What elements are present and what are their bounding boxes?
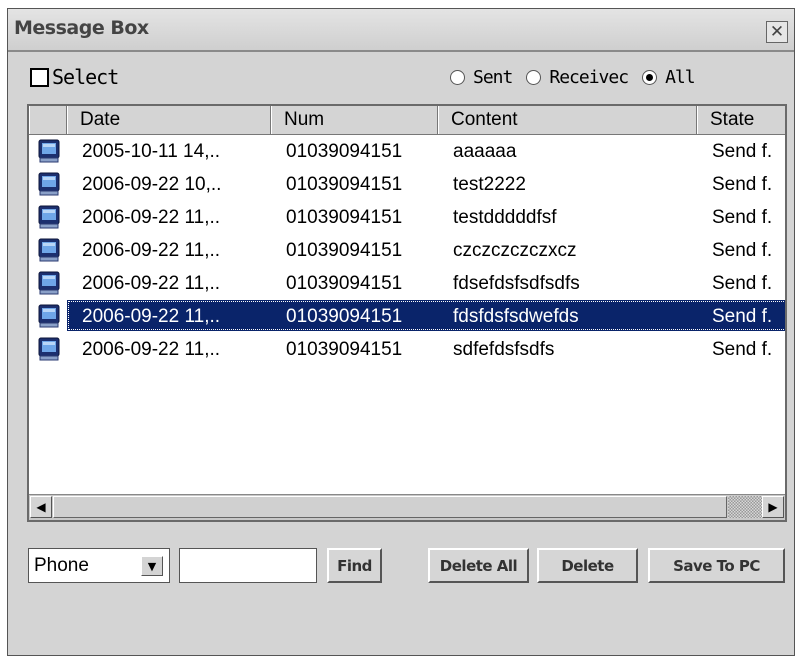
arrow-left-icon: ◀	[36, 500, 46, 514]
cell-num: 01039094151	[286, 240, 403, 261]
cell-state: Send f.	[712, 306, 773, 327]
find-button[interactable]: Find	[327, 548, 382, 583]
window-title: Message Box	[14, 17, 149, 39]
filter-radio-group: Sent Receivec All	[450, 64, 709, 90]
cell-state: Send f.	[712, 339, 773, 360]
message-list[interactable]: Date Num Content State 2005-10-11 14,.. 0…	[27, 104, 787, 522]
horizontal-scrollbar[interactable]: ◀ ▶	[29, 494, 785, 520]
cell-state: Send f.	[712, 174, 773, 195]
phone-device-icon	[38, 304, 60, 328]
cell-state: Send f.	[712, 207, 773, 228]
table-row[interactable]: 2006-09-22 10,.. 01039094151 test2222 Send …	[29, 168, 785, 201]
cell-date: 2006-09-22 11,..	[82, 240, 221, 261]
phone-device-icon	[38, 205, 60, 229]
table-row[interactable]: 2006-09-22 11,.. 01039094151 fdsefdsfsdfsd…	[29, 267, 785, 300]
cell-state: Send f.	[712, 273, 773, 294]
select-all-checkbox[interactable]	[30, 67, 49, 87]
cell-content: test2222	[453, 174, 526, 195]
phone-device-icon	[38, 238, 60, 262]
cell-content: fdsfdsfsdwefds	[453, 306, 579, 327]
phone-device-icon	[38, 172, 60, 196]
title-bar[interactable]: Message Box ✕	[8, 9, 794, 52]
phone-device-icon	[38, 337, 60, 361]
table-row[interactable]: 2006-09-22 11,.. 01039094151 testdddddfsf S…	[29, 201, 785, 234]
search-input[interactable]	[179, 548, 317, 583]
cell-num: 01039094151	[286, 141, 403, 162]
search-field-value: Phone	[34, 555, 89, 576]
chevron-down-icon: ▼	[147, 559, 157, 573]
scroll-right-button[interactable]: ▶	[762, 496, 784, 518]
cell-content: testdddddfsf	[453, 207, 557, 228]
table-row[interactable]: 2006-09-22 11,.. 01039094151 sdfefdsfsdfs S…	[29, 333, 785, 366]
save-to-pc-button[interactable]: Save To PC	[648, 548, 785, 583]
arrow-right-icon: ▶	[768, 500, 778, 514]
radio-all[interactable]: All	[642, 66, 696, 88]
cell-date: 2006-09-22 11,..	[82, 273, 221, 294]
cell-date: 2006-09-22 11,..	[82, 339, 221, 360]
radio-all-dot[interactable]	[642, 69, 658, 85]
cell-date: 2005-10-11 14,..	[82, 141, 221, 162]
search-field-select[interactable]: Phone ▼	[28, 548, 170, 583]
header-num[interactable]: Num	[271, 106, 438, 134]
select-all-label: Select	[52, 65, 119, 89]
dropdown-button[interactable]: ▼	[141, 556, 163, 576]
radio-received-label: Receivec	[549, 66, 629, 88]
radio-received-dot[interactable]	[526, 69, 542, 85]
cell-state: Send f.	[712, 240, 773, 261]
scroll-track[interactable]	[728, 496, 762, 518]
phone-device-icon	[38, 271, 60, 295]
cell-content: aaaaaa	[453, 141, 517, 162]
radio-sent-dot[interactable]	[450, 69, 465, 85]
header-date[interactable]: Date	[67, 106, 271, 134]
radio-all-label: All	[665, 66, 695, 88]
cell-content: fdsefdsfsdfsdfs	[453, 273, 580, 294]
cell-date: 2006-09-22 10,..	[82, 174, 222, 195]
table-row[interactable]: 2006-09-22 11,.. 01039094151 czczczczczxcz…	[29, 234, 785, 267]
close-button[interactable]: ✕	[766, 21, 788, 43]
header-content[interactable]: Content	[438, 106, 697, 134]
select-all-checkbox-row[interactable]: Select	[30, 64, 119, 90]
cell-num: 01039094151	[286, 306, 403, 327]
cell-content: czczczczczxcz	[453, 240, 577, 261]
cell-num: 01039094151	[286, 273, 403, 294]
cell-num: 01039094151	[286, 174, 403, 195]
delete-all-button[interactable]: Delete All	[428, 548, 529, 583]
cell-content: sdfefdsfsdfs	[453, 339, 555, 360]
header-state[interactable]: State	[697, 106, 785, 134]
cell-date: 2006-09-22 11,..	[82, 306, 221, 327]
cell-state: Send f.	[712, 141, 773, 162]
list-header: Date Num Content State	[29, 106, 785, 135]
cell-date: 2006-09-22 11,..	[82, 207, 221, 228]
table-row[interactable]: 2006-09-22 11,.. 01039094151 fdsfdsfsdwefd…	[29, 300, 785, 333]
radio-received[interactable]: Receivec	[526, 66, 629, 88]
table-row[interactable]: 2005-10-11 14,.. 01039094151 aaaaaa Send f.	[29, 135, 785, 168]
radio-sent[interactable]: Sent	[450, 66, 513, 88]
cell-num: 01039094151	[286, 339, 403, 360]
scroll-thumb[interactable]	[53, 496, 727, 518]
scroll-left-button[interactable]: ◀	[30, 496, 52, 518]
header-icon-column[interactable]	[29, 106, 67, 134]
cell-num: 01039094151	[286, 207, 403, 228]
phone-device-icon	[38, 139, 60, 163]
delete-button[interactable]: Delete	[537, 548, 638, 583]
radio-sent-label: Sent	[473, 66, 513, 88]
close-icon: ✕	[769, 21, 785, 42]
